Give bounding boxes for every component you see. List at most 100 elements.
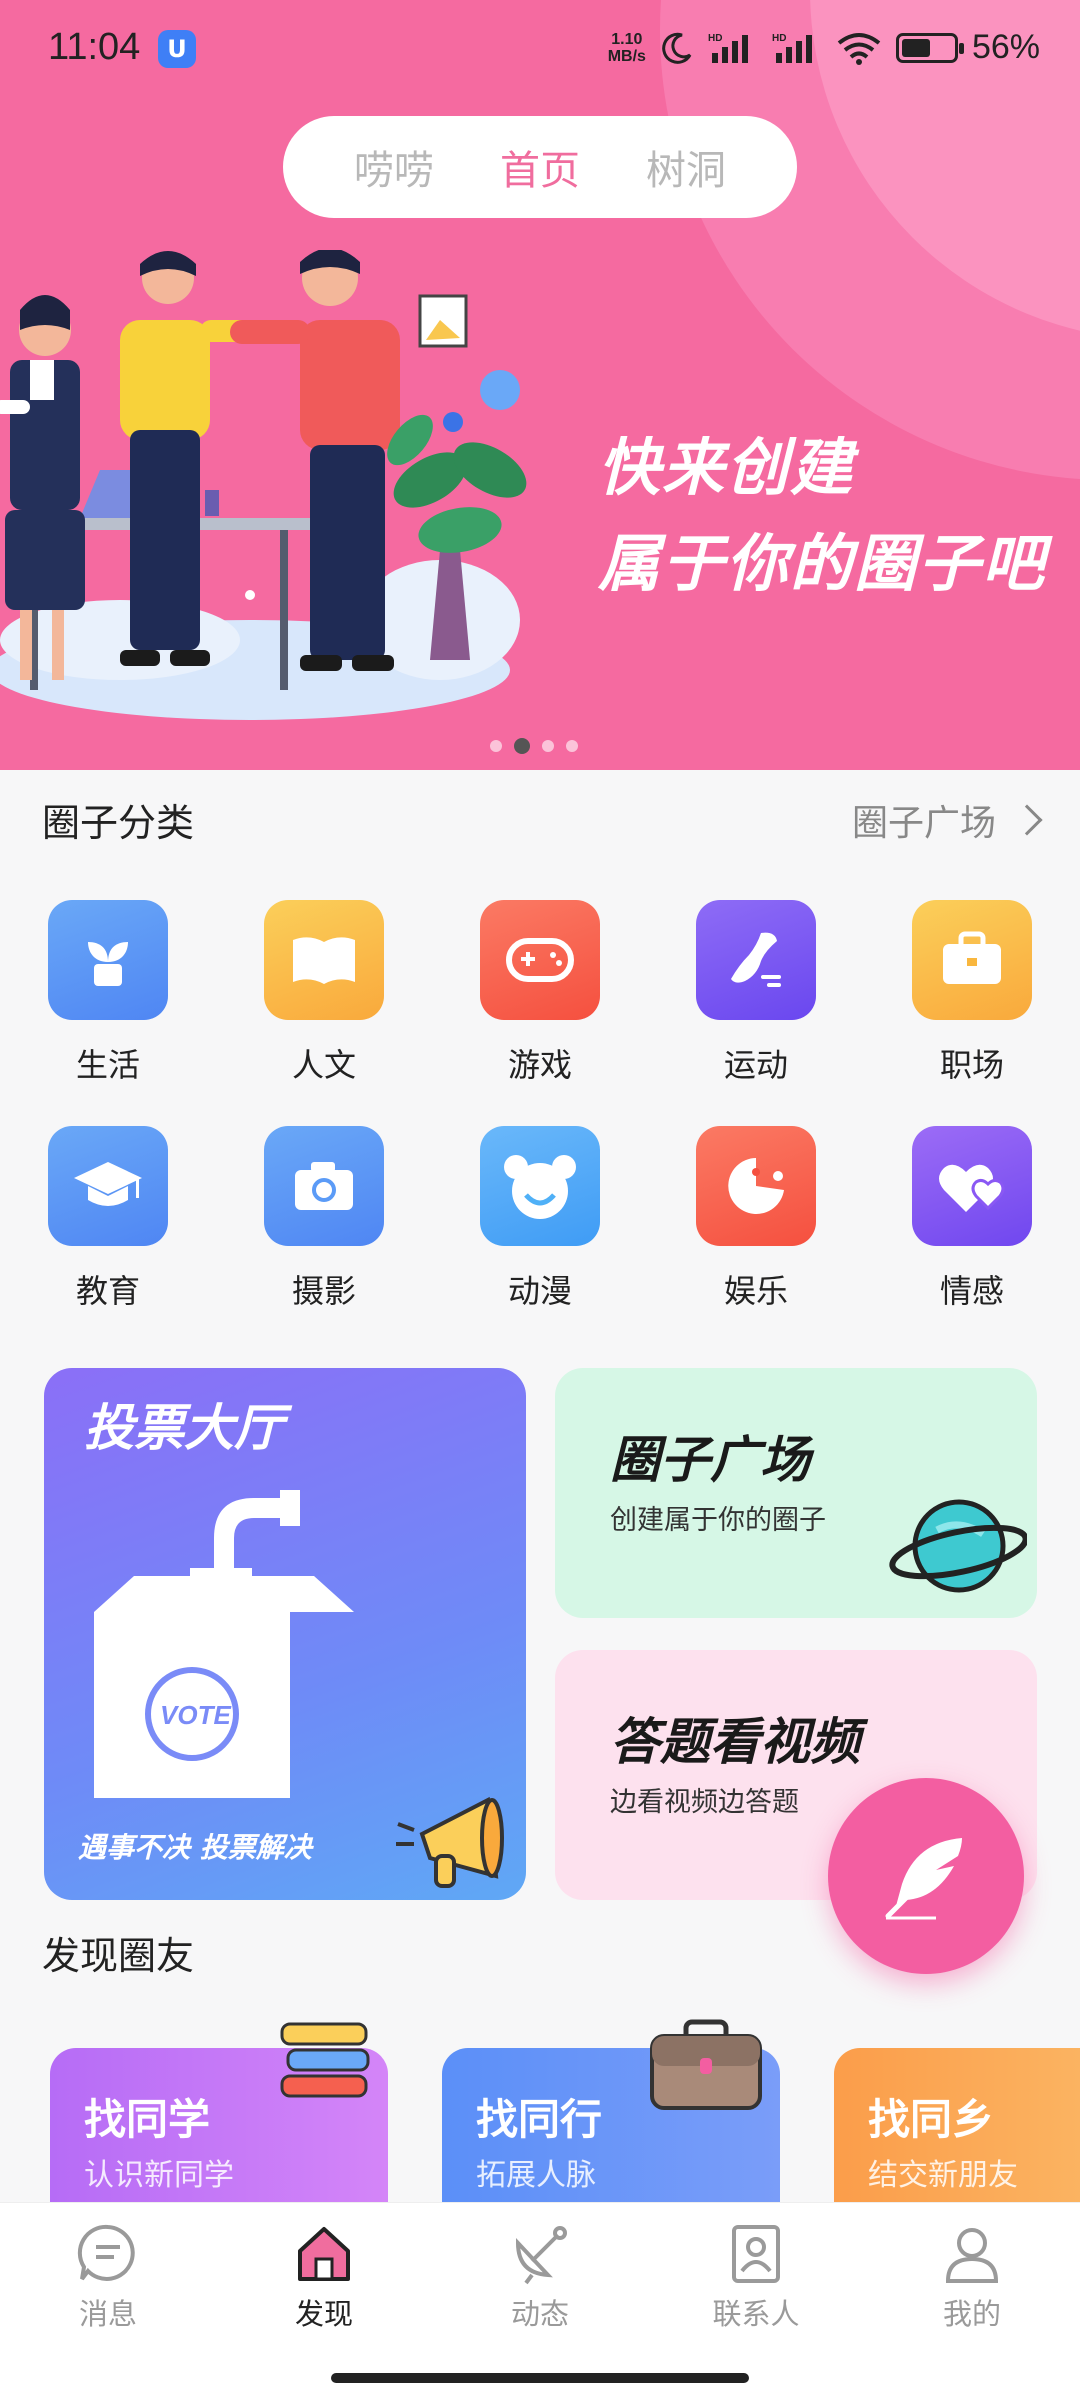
circle-plaza-link[interactable]: 圈子广场 xyxy=(851,794,1043,846)
find-classmates-sub: 认识新同学 xyxy=(84,2158,234,2193)
signal-icon: HD xyxy=(708,33,748,63)
nav-moments[interactable]: 动态 xyxy=(432,2223,648,2333)
find-townsmen-sub: 结交新朋友 xyxy=(868,2158,1018,2193)
category-photography[interactable]: 摄影 xyxy=(216,1126,432,1312)
gamepad-icon xyxy=(480,900,600,1020)
find-friends-title: 发现圈友 xyxy=(42,1934,195,1978)
category-label: 娱乐 xyxy=(723,1272,788,1310)
find-peers-title: 找同行 xyxy=(476,2095,603,2144)
category-entertainment[interactable]: 娱乐 xyxy=(648,1126,864,1312)
category-education[interactable]: 教育 xyxy=(0,1126,216,1312)
planet-icon xyxy=(889,1499,1027,1593)
pagination-dot-active[interactable] xyxy=(514,738,530,754)
category-emotion[interactable]: 情感 xyxy=(864,1126,1080,1312)
category-anime[interactable]: 动漫 xyxy=(432,1126,648,1312)
nav-profile-label: 我的 xyxy=(942,2297,1001,2331)
category-label: 摄影 xyxy=(291,1272,356,1310)
contacts-icon xyxy=(732,2225,780,2283)
find-peers-sub: 拓展人脉 xyxy=(476,2158,596,2193)
plant-icon xyxy=(48,900,168,1020)
nav-discover-label: 发现 xyxy=(294,2297,353,2331)
network-speed-unit: MB/s xyxy=(607,47,646,65)
find-townsmen-title: 找同乡 xyxy=(868,2095,995,2144)
category-workplace[interactable]: 职场 xyxy=(864,900,1080,1086)
svg-text:HD: HD xyxy=(772,33,786,44)
banner-slogan: 快来创建 属于你的圈子吧 xyxy=(598,420,1046,612)
svg-text:HD: HD xyxy=(708,33,722,44)
bear-icon xyxy=(480,1126,600,1246)
category-sports[interactable]: 运动 xyxy=(648,900,864,1086)
briefcase-icon xyxy=(650,2019,762,2110)
home-indicator[interactable] xyxy=(331,2373,749,2383)
nav-contacts[interactable]: 联系人 xyxy=(648,2223,864,2333)
feather-icon xyxy=(885,1838,962,1920)
megaphone-icon xyxy=(396,1796,504,1888)
category-header: 圈子分类 圈子广场 xyxy=(42,792,1043,847)
category-grid: 生活 人文 游戏 运动 职场 教育 摄影 动漫 娱乐 情感 xyxy=(0,900,1080,1312)
find-classmates-title: 找同学 xyxy=(84,2095,211,2144)
wifi-icon xyxy=(837,32,881,65)
bottom-navigation: 消息 发现 动态 联系人 我的 xyxy=(0,2202,1080,2400)
books-icon xyxy=(280,2022,370,2098)
circle-plaza-card-title: 圈子广场 xyxy=(610,1431,810,1489)
status-time: 11:04 xyxy=(48,26,141,68)
satellite-icon xyxy=(515,2226,567,2285)
pagination-dot[interactable] xyxy=(490,740,502,752)
banner-pagination xyxy=(490,738,578,754)
moon-icon xyxy=(662,32,692,64)
category-label: 教育 xyxy=(75,1272,140,1310)
status-right-group: 1.10 MB/s HD HD 56% xyxy=(608,28,1040,67)
tab-treehole[interactable]: 树洞 xyxy=(646,138,726,196)
profile-icon xyxy=(945,2228,999,2283)
battery-percent: 56% xyxy=(971,28,1040,66)
category-label: 运动 xyxy=(723,1046,788,1084)
category-label: 生活 xyxy=(75,1046,140,1084)
pagination-dot[interactable] xyxy=(566,740,578,752)
home-icon xyxy=(298,2227,350,2281)
banner-illustration xyxy=(0,250,527,720)
vote-hall-slogan: 遇事不决 投票解决 xyxy=(78,1831,312,1864)
nav-moments-label: 动态 xyxy=(510,2297,569,2331)
network-speed-value: 1.10 xyxy=(611,30,643,48)
category-label: 人文 xyxy=(291,1046,356,1084)
nav-contacts-label: 联系人 xyxy=(712,2297,800,2331)
status-bar: 11:04 U 1.10 MB/s HD HD 56% xyxy=(0,0,1080,100)
nav-profile[interactable]: 我的 xyxy=(864,2223,1080,2333)
ballot-box-icon: VOTE xyxy=(94,1490,354,1798)
quiz-video-card-title: 答题看视频 xyxy=(610,1713,860,1771)
category-title: 圈子分类 xyxy=(42,801,195,845)
category-label: 职场 xyxy=(939,1046,1004,1084)
banner-slogan-line1: 快来创建 xyxy=(598,431,855,504)
vote-hall-card[interactable]: 投票大厅 VOTE 遇事不决 投票解决 xyxy=(44,1368,526,1900)
battery-level xyxy=(901,38,930,57)
compose-post-button[interactable] xyxy=(828,1778,1024,1974)
nav-discover[interactable]: 发现 xyxy=(216,2223,432,2333)
message-icon xyxy=(77,2224,135,2281)
category-label: 动漫 xyxy=(507,1272,572,1310)
category-culture[interactable]: 人文 xyxy=(216,900,432,1086)
circle-plaza-card[interactable]: 圈子广场 创建属于你的圈子 xyxy=(555,1368,1037,1618)
find-townsmen-card[interactable]: 找同乡 结交新朋友 xyxy=(834,2048,1080,2228)
pacman-icon xyxy=(696,1126,816,1246)
briefcase-icon xyxy=(912,900,1032,1020)
category-label: 情感 xyxy=(939,1272,1004,1310)
circle-plaza-link-label: 圈子广场 xyxy=(851,802,996,844)
graduation-cap-icon xyxy=(48,1126,168,1246)
quiz-video-card-desc: 边看视频边答题 xyxy=(610,1787,799,1818)
tab-home[interactable]: 首页 xyxy=(500,138,580,196)
book-icon xyxy=(264,900,384,1020)
sneaker-icon xyxy=(696,900,816,1020)
category-games[interactable]: 游戏 xyxy=(432,900,648,1086)
tab-laolao[interactable]: 唠唠 xyxy=(354,138,434,196)
network-speed: 1.10 MB/s xyxy=(608,31,646,65)
banner[interactable]: 11:04 U 1.10 MB/s HD HD 56% 唠唠 首页 树洞 快来创… xyxy=(0,0,1080,770)
hearts-icon xyxy=(912,1126,1032,1246)
pagination-dot[interactable] xyxy=(542,740,554,752)
circle-plaza-card-desc: 创建属于你的圈子 xyxy=(610,1505,826,1536)
signal-icon: HD xyxy=(772,33,812,63)
banner-slogan-line2: 属于你的圈子吧 xyxy=(598,527,1047,600)
category-life[interactable]: 生活 xyxy=(0,900,216,1086)
nav-messages-label: 消息 xyxy=(78,2297,137,2331)
app-notification-icon: U xyxy=(158,30,196,68)
nav-messages[interactable]: 消息 xyxy=(0,2223,216,2333)
